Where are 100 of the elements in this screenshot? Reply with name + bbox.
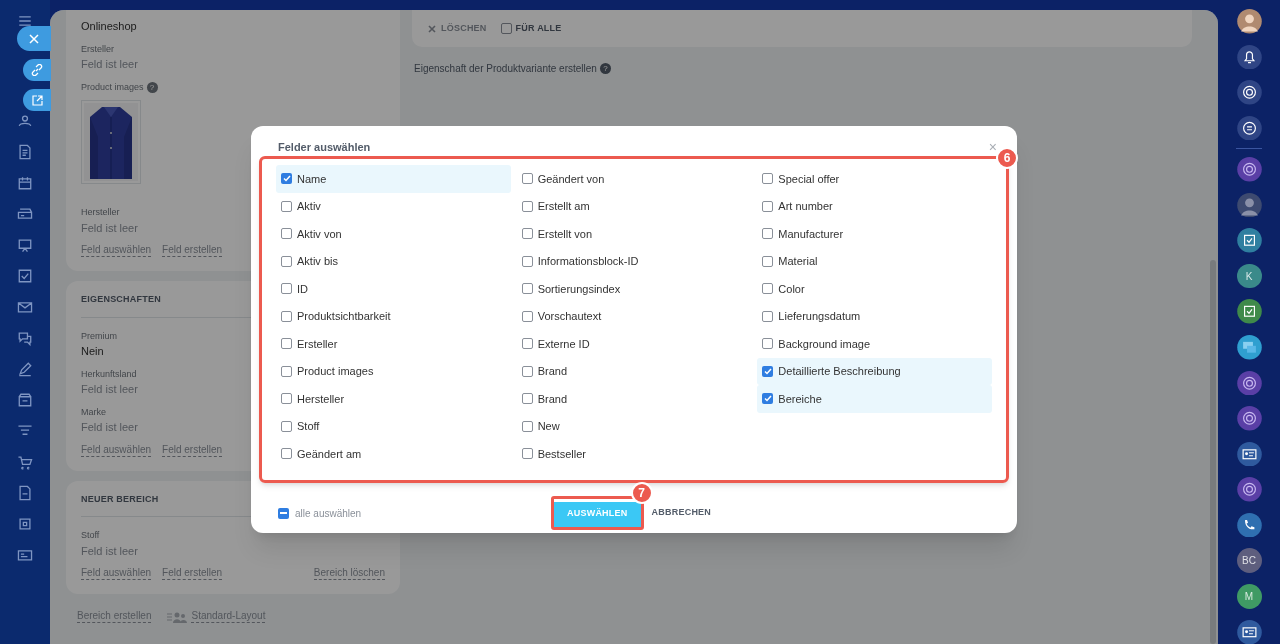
- field-option[interactable]: Manufacturer: [757, 220, 992, 248]
- checkbox[interactable]: [281, 283, 292, 295]
- field-option[interactable]: Bestseller: [516, 440, 752, 468]
- field-option[interactable]: Geändert von: [516, 165, 752, 193]
- field-option[interactable]: Product images: [276, 357, 511, 385]
- callout-badge: 7: [630, 482, 653, 505]
- checkbox[interactable]: [521, 393, 533, 405]
- help-icon[interactable]: ?: [146, 81, 158, 93]
- checkbox[interactable]: [278, 507, 289, 519]
- checkbox[interactable]: [281, 338, 292, 350]
- cart-icon[interactable]: [16, 453, 34, 471]
- field-option[interactable]: Erstellt am: [516, 192, 752, 220]
- checkbox[interactable]: [762, 310, 774, 322]
- field-value: Feld ist leer: [81, 382, 138, 397]
- field-option[interactable]: Lieferungsdatum: [757, 302, 992, 330]
- field-label: Hersteller: [81, 206, 120, 219]
- link-icon: [31, 64, 43, 76]
- field-label: Stoff: [81, 529, 100, 542]
- checkbox[interactable]: [762, 255, 774, 267]
- help-icon[interactable]: ?: [599, 63, 611, 74]
- checkbox[interactable]: [762, 173, 774, 185]
- for-all-checkbox[interactable]: FÜR ALLE: [500, 21, 562, 36]
- checkbox-icon[interactable]: [16, 267, 34, 285]
- pencil-icon[interactable]: [16, 360, 34, 378]
- checkbox[interactable]: [521, 200, 533, 212]
- checkbox[interactable]: [281, 310, 292, 322]
- close-button[interactable]: [17, 26, 51, 51]
- field-option[interactable]: Background image: [757, 330, 992, 358]
- field-option[interactable]: Stoff: [276, 412, 511, 440]
- contact-avatar[interactable]: BC: [1236, 548, 1262, 573]
- field-option[interactable]: Special offer: [757, 165, 992, 193]
- checkbox[interactable]: [521, 228, 533, 240]
- phone-icon[interactable]: [1236, 512, 1262, 538]
- checkbox[interactable]: [281, 365, 292, 377]
- field-value: Feld ist leer: [81, 220, 138, 236]
- open-external-button[interactable]: [23, 89, 51, 111]
- box-icon[interactable]: [16, 515, 34, 533]
- checkbox[interactable]: [281, 448, 292, 460]
- contact-card-icon[interactable]: [1236, 619, 1262, 644]
- checkbox[interactable]: [281, 228, 292, 240]
- checkbox[interactable]: [521, 420, 533, 432]
- dialog-title: Felder auswählen: [278, 139, 371, 155]
- checkbox[interactable]: [521, 448, 533, 460]
- field-label: Ersteller: [81, 42, 114, 56]
- checkbox[interactable]: [762, 200, 774, 212]
- checkbox[interactable]: [281, 200, 292, 212]
- checkbox[interactable]: [521, 365, 533, 377]
- field-value: Onlineshop: [81, 19, 137, 34]
- field-option[interactable]: Aktiv von: [276, 220, 511, 248]
- field-option[interactable]: Bereiche: [757, 385, 992, 413]
- checkbox-icon[interactable]: [1236, 228, 1262, 253]
- contact-card-icon[interactable]: [1236, 441, 1262, 467]
- checkbox[interactable]: [281, 173, 292, 185]
- field-option[interactable]: Brand: [516, 385, 752, 413]
- link-button[interactable]: [23, 59, 51, 81]
- checkbox[interactable]: [762, 393, 774, 405]
- field-option[interactable]: Ersteller: [276, 330, 511, 358]
- field-option[interactable]: Name: [276, 165, 511, 193]
- field-option[interactable]: Color: [757, 275, 992, 303]
- field-option[interactable]: Hersteller: [276, 385, 511, 413]
- document-icon[interactable]: [16, 143, 34, 161]
- checkbox[interactable]: [281, 393, 292, 405]
- field-option[interactable]: Erstellt von: [516, 220, 752, 248]
- field-option[interactable]: Art number: [757, 192, 992, 220]
- field-value: Feld ist leer: [81, 57, 138, 72]
- bell-icon[interactable]: [1236, 44, 1262, 70]
- calendar-icon[interactable]: [16, 174, 34, 192]
- checkbox[interactable]: [762, 365, 774, 377]
- field-value: Feld ist leer: [81, 420, 138, 435]
- checkbox[interactable]: [281, 255, 292, 267]
- field-option[interactable]: Detaillierte Beschreibung: [757, 357, 992, 385]
- field-option[interactable]: Informationsblock-ID: [516, 247, 752, 275]
- field-option[interactable]: Material: [757, 247, 992, 275]
- user-avatar[interactable]: [1236, 9, 1262, 34]
- checkbox[interactable]: [762, 338, 774, 350]
- checkbox[interactable]: [521, 255, 533, 267]
- document-icon[interactable]: [16, 484, 34, 502]
- checkbox[interactable]: [521, 310, 533, 322]
- checkbox[interactable]: [500, 23, 512, 34]
- field-option[interactable]: Geändert am: [276, 440, 511, 468]
- field-option[interactable]: Vorschautext: [516, 302, 752, 330]
- field-option[interactable]: Brand: [516, 357, 752, 385]
- user-avatar[interactable]: [1236, 192, 1262, 218]
- checkbox[interactable]: [762, 228, 774, 240]
- field-option[interactable]: Aktiv: [276, 192, 511, 220]
- checkbox[interactable]: [281, 420, 292, 432]
- field-label: Marke: [81, 405, 106, 419]
- box-icon[interactable]: [16, 391, 34, 409]
- checkbox[interactable]: [521, 283, 533, 295]
- board-icon[interactable]: [16, 236, 34, 254]
- field-option[interactable]: Sortierungsindex: [516, 275, 752, 303]
- field-option[interactable]: Aktiv bis: [276, 247, 511, 275]
- checkbox-icon[interactable]: [1236, 299, 1262, 325]
- checkbox[interactable]: [521, 173, 533, 185]
- field-option[interactable]: Externe ID: [516, 330, 752, 358]
- checkbox[interactable]: [762, 283, 774, 295]
- checkbox[interactable]: [521, 338, 533, 350]
- field-option[interactable]: New: [516, 412, 752, 440]
- cancel-button[interactable]: ABBRECHEN: [651, 506, 712, 520]
- create-variant-property-link[interactable]: Eigenschaft der Produktvariante erstellen: [414, 61, 597, 76]
